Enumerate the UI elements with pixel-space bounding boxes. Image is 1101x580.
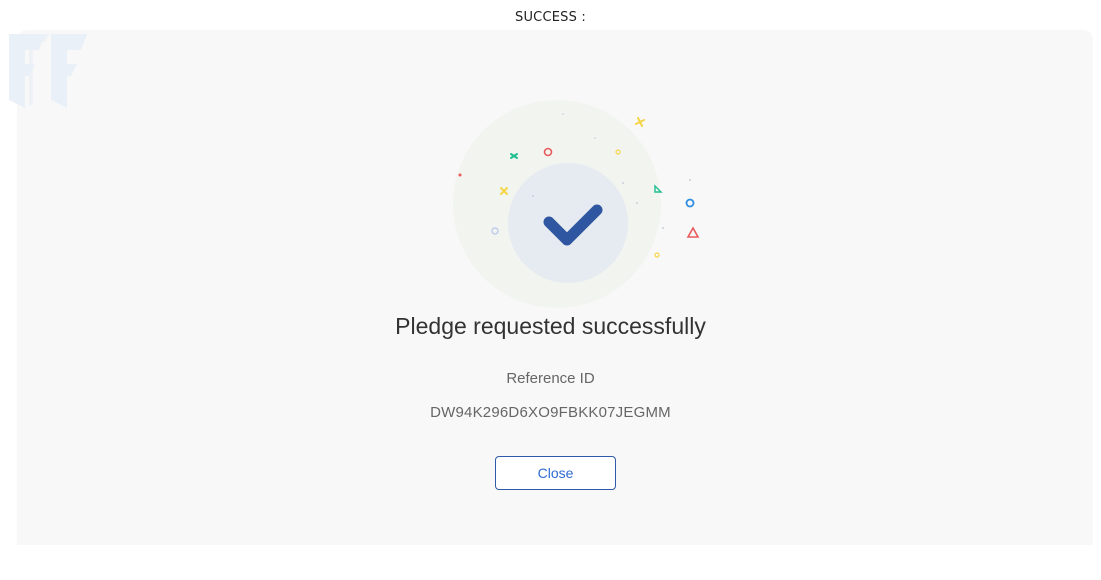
status-header: SUCCESS : [515, 10, 586, 25]
reference-id-value: DW94K296D6XO9FBKK07JEGMM [430, 404, 671, 421]
brand-logo-icon [9, 34, 87, 108]
close-button[interactable]: Close [495, 456, 616, 490]
success-illustration [453, 100, 700, 308]
success-title: Pledge requested successfully [395, 313, 706, 339]
page: SUCCESS : Pledge requested successfully … [0, 0, 1101, 580]
reference-id-label: Reference ID [506, 370, 595, 387]
inner-circle [508, 163, 628, 283]
